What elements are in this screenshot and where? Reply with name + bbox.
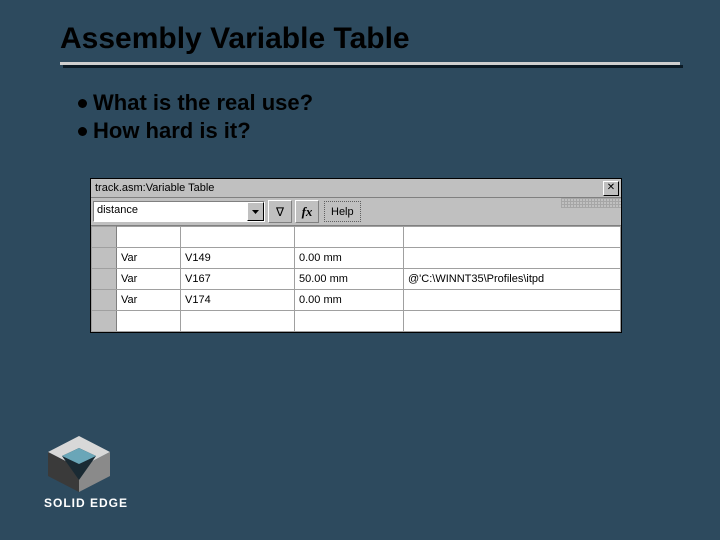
bullet-icon xyxy=(78,127,87,136)
cell-value[interactable]: 0.00 mm xyxy=(295,248,404,269)
toolbar-grip xyxy=(561,198,621,208)
cell-value[interactable] xyxy=(295,227,404,248)
row-header[interactable] xyxy=(92,248,117,269)
table-row[interactable] xyxy=(92,311,621,332)
table-row[interactable]: Var V174 0.00 mm xyxy=(92,290,621,311)
close-button[interactable]: ✕ xyxy=(603,181,619,196)
list-item: What is the real use? xyxy=(78,90,313,116)
variable-grid[interactable]: Var V149 0.00 mm Var V167 50.00 mm @'C:\… xyxy=(91,226,621,332)
dropdown-button[interactable] xyxy=(247,202,264,221)
cell-type[interactable] xyxy=(117,227,181,248)
bullet-text: How hard is it? xyxy=(93,118,251,144)
help-button[interactable]: Help xyxy=(324,201,361,222)
cell-type[interactable]: Var xyxy=(117,269,181,290)
cell-name[interactable] xyxy=(181,227,295,248)
window-title: track.asm:Variable Table xyxy=(93,182,214,194)
window-titlebar[interactable]: track.asm:Variable Table ✕ xyxy=(91,179,621,198)
variable-table-window: track.asm:Variable Table ✕ distance ∇ fx… xyxy=(90,178,622,333)
filter-button[interactable]: ∇ xyxy=(268,200,292,223)
solid-edge-icon xyxy=(44,434,114,494)
dropdown-value: distance xyxy=(94,202,247,221)
cell-value[interactable]: 0.00 mm xyxy=(295,290,404,311)
brand-logo: SOLID EDGE xyxy=(44,434,128,510)
cell-type[interactable]: Var xyxy=(117,290,181,311)
bullet-text: What is the real use? xyxy=(93,90,313,116)
cell-name[interactable]: V167 xyxy=(181,269,295,290)
chevron-down-icon xyxy=(252,210,259,214)
cell-extra[interactable] xyxy=(404,248,621,269)
title-underline xyxy=(60,62,680,66)
cell-name[interactable] xyxy=(181,311,295,332)
cell-extra[interactable] xyxy=(404,227,621,248)
cell-extra[interactable] xyxy=(404,311,621,332)
table-row[interactable]: Var V167 50.00 mm @'C:\WINNT35\Profiles\… xyxy=(92,269,621,290)
bullet-icon xyxy=(78,99,87,108)
cell-name[interactable]: V149 xyxy=(181,248,295,269)
table-row[interactable]: Var V149 0.00 mm xyxy=(92,248,621,269)
toolbar: distance ∇ fx Help xyxy=(91,198,621,226)
row-header[interactable] xyxy=(92,227,117,248)
brand-text: SOLID EDGE xyxy=(44,496,128,510)
cell-value[interactable]: 50.00 mm xyxy=(295,269,404,290)
cell-value[interactable] xyxy=(295,311,404,332)
fx-icon: fx xyxy=(302,204,313,220)
filter-icon: ∇ xyxy=(276,205,284,219)
bullet-list: What is the real use? How hard is it? xyxy=(78,90,313,146)
cell-type[interactable]: Var xyxy=(117,248,181,269)
close-icon: ✕ xyxy=(607,182,615,193)
row-header[interactable] xyxy=(92,269,117,290)
variable-type-dropdown[interactable]: distance xyxy=(93,201,265,222)
function-button[interactable]: fx xyxy=(295,200,319,223)
row-header[interactable] xyxy=(92,290,117,311)
page-title: Assembly Variable Table xyxy=(60,22,680,62)
cell-name[interactable]: V174 xyxy=(181,290,295,311)
cell-extra[interactable] xyxy=(404,290,621,311)
list-item: How hard is it? xyxy=(78,118,313,144)
table-row[interactable] xyxy=(92,227,621,248)
row-header[interactable] xyxy=(92,311,117,332)
cell-extra[interactable]: @'C:\WINNT35\Profiles\itpd xyxy=(404,269,621,290)
title-area: Assembly Variable Table xyxy=(60,22,680,66)
help-label: Help xyxy=(331,206,354,218)
cell-type[interactable] xyxy=(117,311,181,332)
